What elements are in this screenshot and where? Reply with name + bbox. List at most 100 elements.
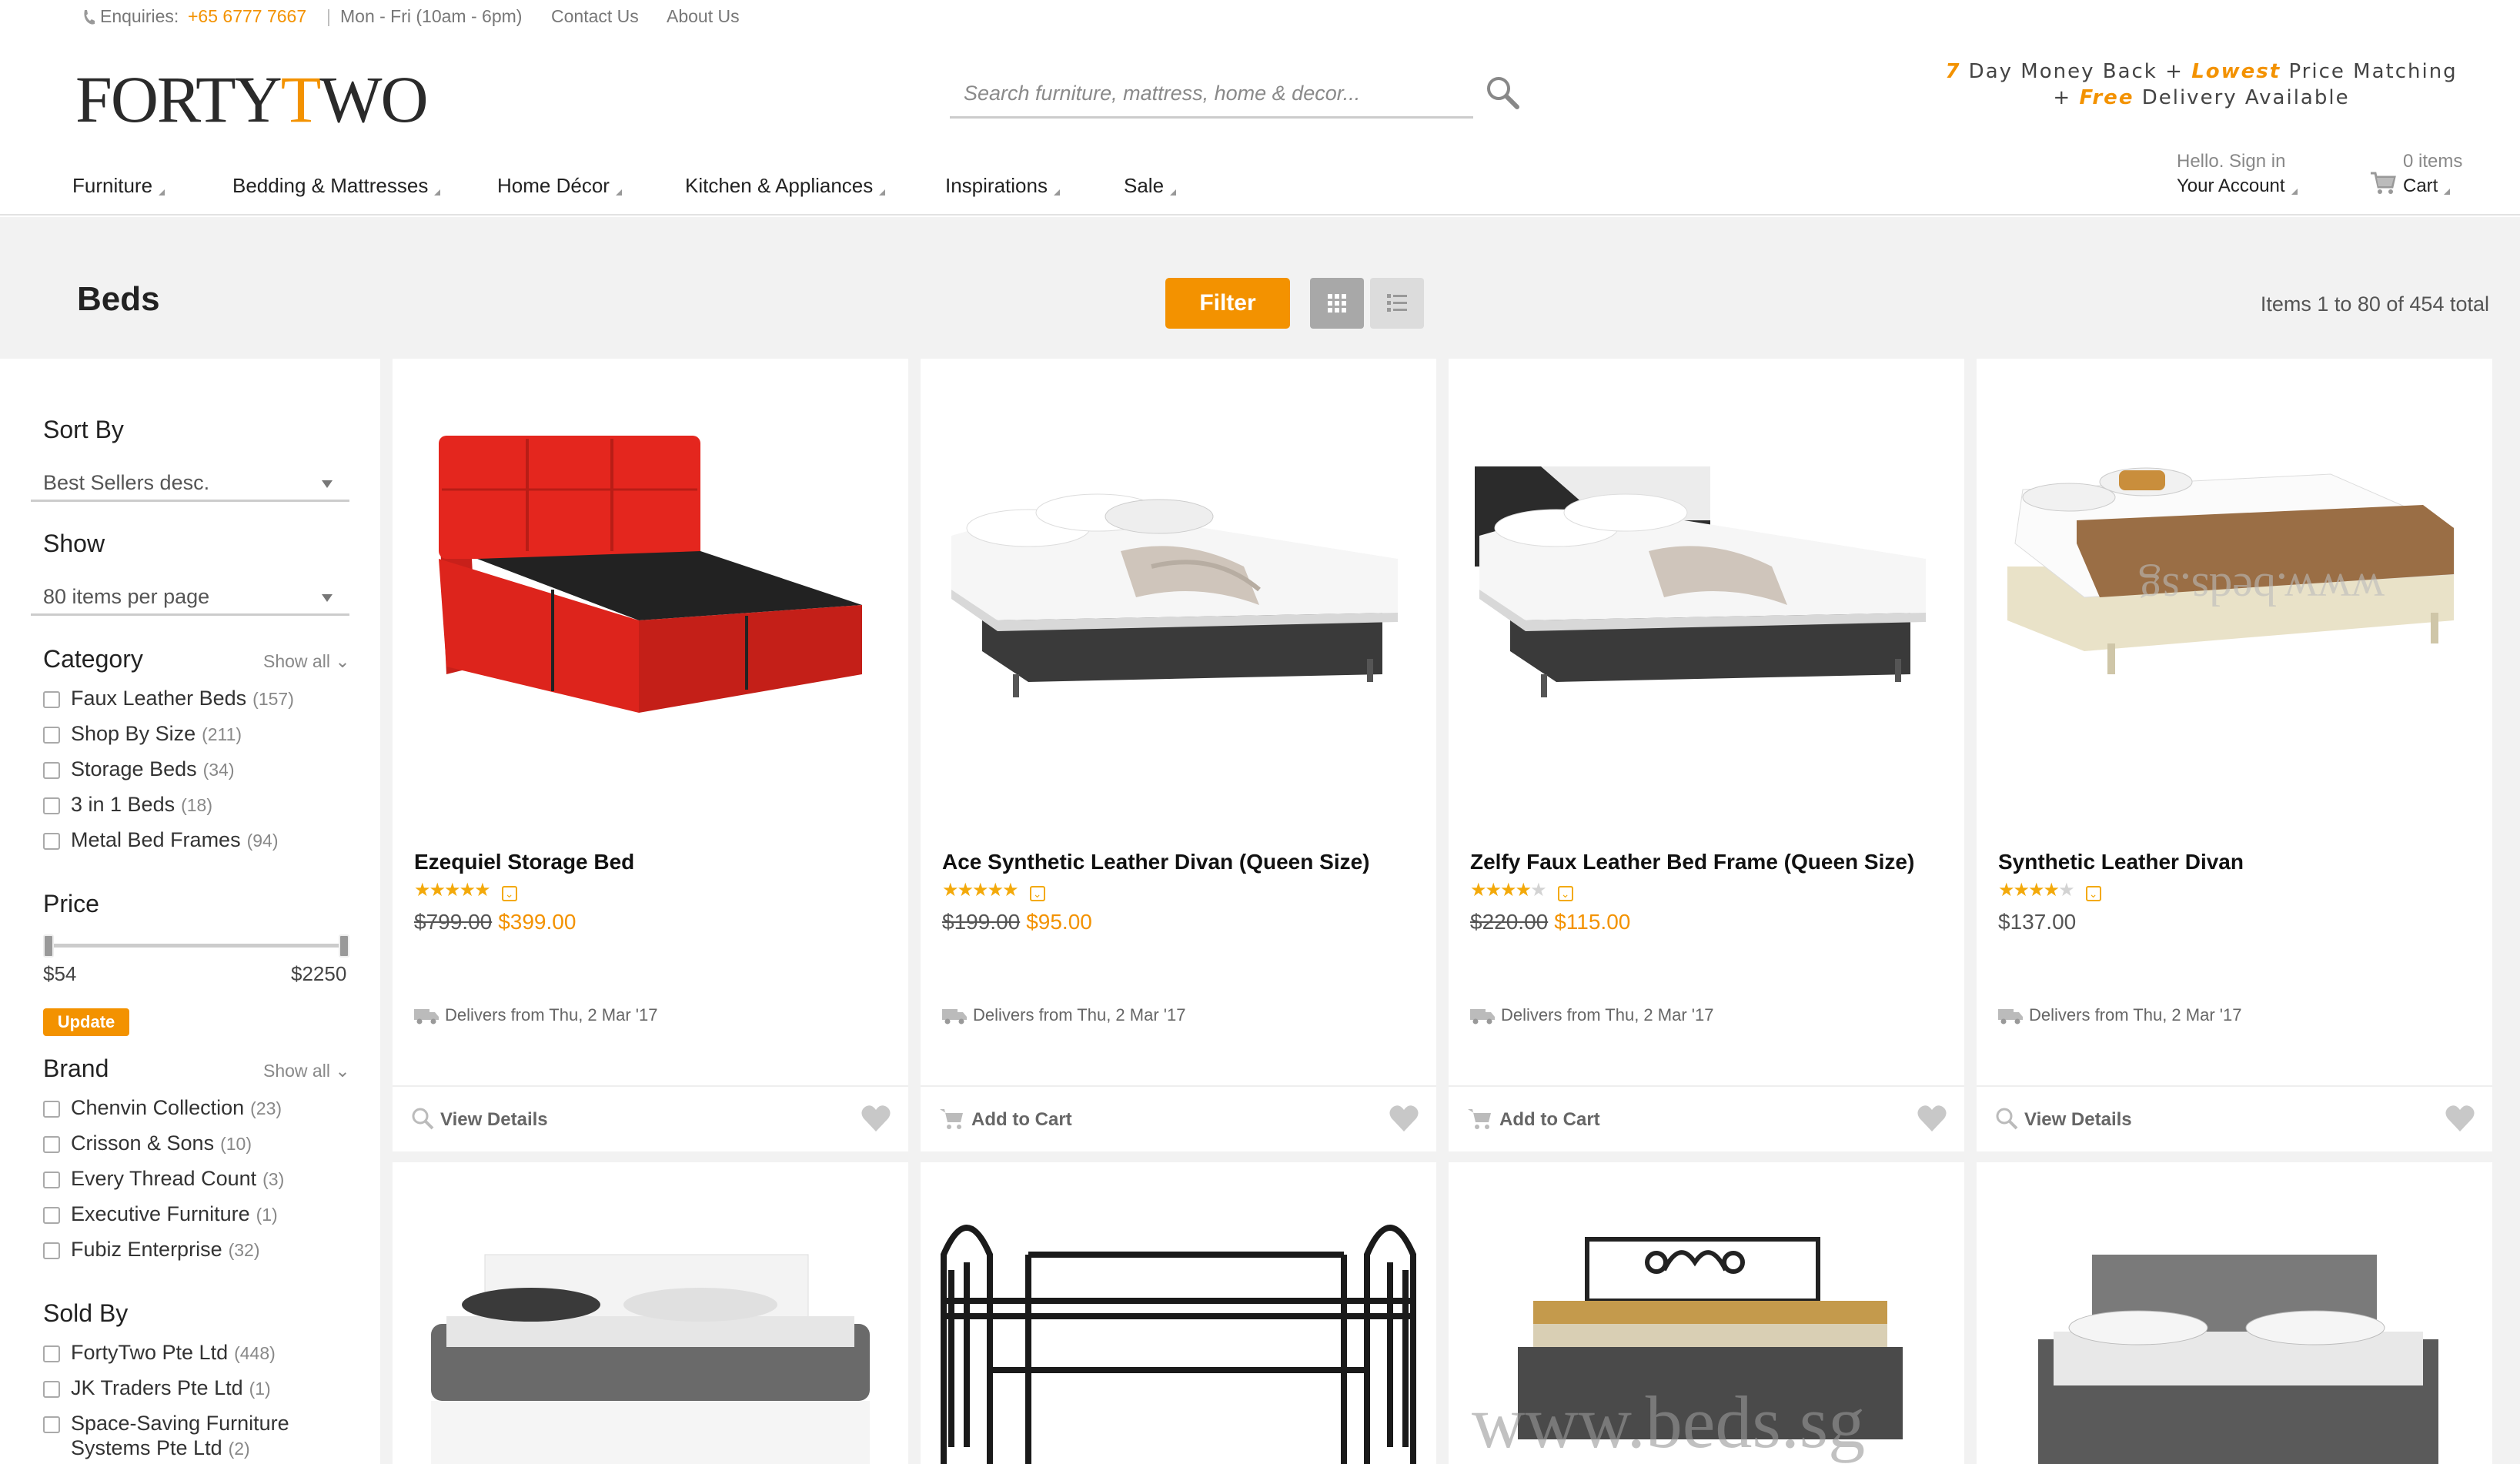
show-select[interactable]: 80 items per page: [31, 577, 349, 616]
price-slider-max-handle[interactable]: [339, 934, 349, 958]
checkbox[interactable]: [43, 1345, 60, 1362]
search-input[interactable]: Search furniture, mattress, home & decor…: [950, 71, 1473, 119]
checkbox[interactable]: [43, 1207, 60, 1224]
seller-space-saving[interactable]: Space-Saving Furniture: [43, 1412, 289, 1438]
sort-value: Best Sellers desc.: [43, 471, 210, 494]
checkbox[interactable]: [43, 833, 60, 850]
nav-item-kitchen[interactable]: Kitchen & Appliances: [685, 174, 886, 198]
main-nav: Furniture Bedding & Mattresses Home Déco…: [0, 162, 2520, 216]
product-card[interactable]: Zelfy Faux Leather Bed Frame (Queen Size…: [1449, 359, 1964, 1151]
product-card[interactable]: www.beds.sg Synthetic Leather Divan ★★★★…: [1977, 359, 2492, 1151]
brand-show-all[interactable]: Show all ⌄: [263, 1061, 350, 1081]
category-faux-leather[interactable]: Faux Leather Beds (157): [43, 687, 294, 713]
product-name[interactable]: Synthetic Leather Divan: [1998, 850, 2244, 874]
add-to-cart-button[interactable]: Add to Cart: [939, 1107, 1072, 1131]
update-button[interactable]: Update: [43, 1008, 129, 1036]
brand-executive[interactable]: Executive Furniture (1): [43, 1202, 278, 1228]
product-image[interactable]: [1464, 420, 1949, 713]
price-slider-min-handle[interactable]: [43, 934, 54, 958]
checkbox[interactable]: [43, 1381, 60, 1398]
checkbox[interactable]: [43, 1101, 60, 1118]
phone-link[interactable]: +65 6777 7667: [188, 6, 306, 27]
product-image[interactable]: [408, 1208, 893, 1464]
product-image[interactable]: www.beds.sg: [1992, 420, 2477, 713]
nav-item-inspirations[interactable]: Inspirations: [945, 174, 1060, 198]
category-shop-by-size[interactable]: Shop By Size (211): [43, 722, 242, 748]
product-card[interactable]: Ezequiel Storage Bed ★★★★★ ⌄ $799.00 $399.…: [393, 359, 908, 1151]
chevron-down-icon[interactable]: ⌄: [2085, 886, 2101, 901]
product-card[interactable]: Ace Synthetic Leather Divan (Queen Size)…: [921, 359, 1436, 1151]
brand-crisson[interactable]: Crisson & Sons (10): [43, 1131, 252, 1158]
logo-text-1: FORTY: [75, 62, 282, 136]
logo-text-t: T: [280, 62, 322, 136]
checkbox[interactable]: [43, 691, 60, 708]
product-price: $799.00 $399.00: [414, 910, 577, 934]
category-3in1[interactable]: 3 in 1 Beds (18): [43, 793, 212, 819]
seller-fortytwo[interactable]: FortyTwo Pte Ltd (448): [43, 1341, 276, 1367]
product-card[interactable]: [1977, 1162, 2492, 1464]
nav-item-sale[interactable]: Sale: [1124, 174, 1177, 198]
product-image[interactable]: [408, 420, 893, 713]
sort-select[interactable]: Best Sellers desc.: [31, 463, 349, 502]
wishlist-heart-icon[interactable]: [861, 1104, 891, 1133]
cart-icon[interactable]: [2369, 169, 2397, 197]
price-slider-track[interactable]: [48, 944, 345, 948]
chevron-down-icon[interactable]: ⌄: [1557, 886, 1573, 901]
wishlist-heart-icon[interactable]: [1917, 1104, 1947, 1133]
brand-fubiz[interactable]: Fubiz Enterprise (32): [43, 1238, 260, 1264]
chevron-down-icon[interactable]: ⌄: [501, 886, 517, 901]
checkbox[interactable]: [43, 727, 60, 744]
product-image[interactable]: [1992, 1239, 2477, 1464]
product-name[interactable]: Ace Synthetic Leather Divan (Queen Size): [942, 850, 1370, 874]
list-icon: [1387, 294, 1407, 312]
about-us-link[interactable]: About Us: [667, 6, 740, 27]
checkbox[interactable]: [43, 1172, 60, 1188]
nav-item-home-decor[interactable]: Home Décor: [497, 174, 622, 198]
filter-button[interactable]: Filter: [1165, 278, 1290, 329]
brand-title: Brand: [43, 1055, 109, 1082]
product-image[interactable]: [936, 1201, 1421, 1464]
nav-label: Kitchen & Appliances: [685, 174, 874, 197]
product-image[interactable]: [936, 420, 1421, 713]
account-menu[interactable]: Hello. Sign in Your Account: [2177, 149, 2298, 199]
checkbox[interactable]: [43, 1136, 60, 1153]
add-to-cart-button[interactable]: Add to Cart: [1467, 1107, 1600, 1131]
checkbox[interactable]: [43, 762, 60, 779]
sold-by-title: Sold By: [43, 1299, 129, 1327]
enquiries-label: Enquiries:: [100, 6, 179, 26]
checkbox[interactable]: [43, 1242, 60, 1259]
seller-jk-traders[interactable]: JK Traders Pte Ltd (1): [43, 1376, 271, 1402]
chevron-down-icon[interactable]: ⌄: [1029, 886, 1045, 901]
cart-menu[interactable]: 0 items Cart: [2403, 149, 2462, 199]
category-storage-beds[interactable]: Storage Beds (34): [43, 757, 235, 784]
product-image[interactable]: www.beds.sg: [1464, 1224, 1949, 1464]
brand-chenvin[interactable]: Chenvin Collection (23): [43, 1096, 282, 1122]
view-details-button[interactable]: View Details: [1995, 1107, 2132, 1131]
site-logo[interactable]: FORTYTWO: [75, 66, 429, 132]
card-footer: View Details: [1977, 1085, 2492, 1151]
list-view-button[interactable]: [1370, 278, 1424, 329]
product-card[interactable]: www.beds.sg: [1449, 1162, 1964, 1464]
nav-item-furniture[interactable]: Furniture: [72, 174, 165, 198]
product-name[interactable]: Ezequiel Storage Bed: [414, 850, 634, 874]
nav-item-bedding[interactable]: Bedding & Mattresses: [232, 174, 441, 198]
checkbox[interactable]: [43, 797, 60, 814]
account-greeting: Hello. Sign in: [2177, 151, 2286, 172]
contact-us-link[interactable]: Contact Us: [551, 6, 639, 27]
cart-label: Cart: [2403, 174, 2462, 199]
grid-view-button[interactable]: [1310, 278, 1364, 329]
category-metal[interactable]: Metal Bed Frames (94): [43, 828, 278, 854]
wishlist-heart-icon[interactable]: [2445, 1104, 2475, 1133]
brand-every-thread[interactable]: Every Thread Count (3): [43, 1167, 284, 1193]
product-card[interactable]: [393, 1162, 908, 1464]
checkbox[interactable]: [43, 1416, 60, 1433]
cart-icon: [940, 1109, 963, 1129]
product-card[interactable]: [921, 1162, 1436, 1464]
view-details-button[interactable]: View Details: [411, 1107, 548, 1131]
wishlist-heart-icon[interactable]: [1389, 1104, 1419, 1133]
caret-icon: [615, 189, 622, 196]
product-name[interactable]: Zelfy Faux Leather Bed Frame (Queen Size…: [1470, 850, 1914, 874]
search-icon[interactable]: [1484, 74, 1521, 111]
nav-label: Bedding & Mattresses: [232, 174, 429, 197]
category-show-all[interactable]: Show all ⌄: [263, 651, 350, 672]
